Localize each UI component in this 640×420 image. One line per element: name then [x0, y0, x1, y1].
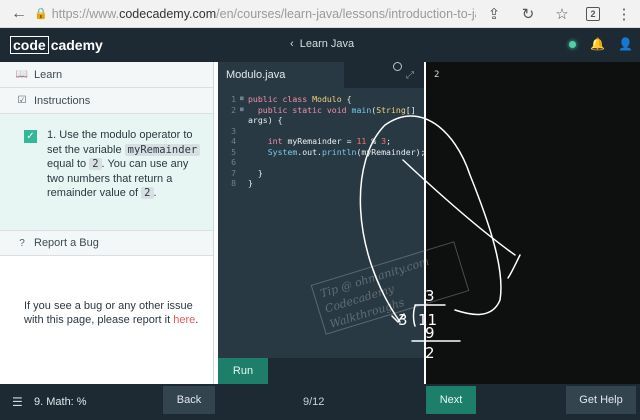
- connection-status-icon: [569, 40, 576, 48]
- code-area[interactable]: 1 ■ public class Modulo { 2 ■ public static…: [218, 94, 426, 189]
- report-bug-tab[interactable]: ? Report a Bug: [0, 230, 213, 256]
- report-bug-link[interactable]: here: [173, 314, 195, 326]
- next-button[interactable]: Next: [426, 386, 476, 414]
- logo-academy: cademy: [50, 37, 103, 53]
- course-title-text: Learn Java: [299, 38, 355, 50]
- unsaved-indicator-icon: [393, 62, 402, 71]
- browser-actions: ⇪ ↻ ☆ 2 ⋮: [484, 4, 634, 24]
- bookmark-star-icon[interactable]: ☆: [552, 4, 572, 24]
- variable-name-code: myRemainder: [124, 143, 201, 156]
- checkbox-icon: ☑: [17, 95, 27, 106]
- instruction-number: 1.: [47, 129, 57, 141]
- output-text: 2: [434, 70, 440, 80]
- code-editor[interactable]: Modulo.java ⤢ 1 ■ public class Modulo { 2 ■…: [218, 62, 426, 384]
- run-bar: Run: [218, 358, 424, 384]
- instruction-text-4: .: [153, 187, 157, 199]
- fold-icon[interactable]: ■: [240, 105, 248, 116]
- share-icon[interactable]: ⇪: [484, 4, 504, 24]
- url-domain: codecademy.com: [119, 6, 217, 21]
- value-code-2: 2: [141, 187, 154, 199]
- instruction-text-2: equal to: [47, 158, 87, 170]
- codecademy-logo[interactable]: code cademy: [10, 36, 103, 54]
- hamburger-menu-icon[interactable]: ☰: [12, 395, 23, 409]
- reload-icon[interactable]: ↻: [518, 4, 538, 24]
- user-avatar-icon[interactable]: 👤: [618, 37, 633, 51]
- url-path: /en/courses/learn-java/lessons/introduct…: [216, 6, 476, 21]
- code-line: 8}: [231, 178, 253, 188]
- run-button[interactable]: Run: [218, 358, 268, 384]
- code-line: 7 }: [231, 167, 263, 178]
- get-help-button[interactable]: Get Help: [566, 386, 636, 414]
- fold-icon[interactable]: ■: [240, 94, 248, 105]
- lesson-name[interactable]: 9. Math: %: [34, 396, 87, 408]
- instructions-tab[interactable]: ☑ Instructions: [0, 88, 213, 114]
- chevron-left-icon: ‹: [290, 38, 294, 50]
- address-bar[interactable]: 🔒 https://www. codecademy.com /en/course…: [34, 4, 476, 24]
- expand-icon[interactable]: ⤢: [406, 70, 414, 81]
- code-line: args) {: [248, 115, 283, 125]
- file-name: Modulo.java: [226, 69, 286, 81]
- url-prefix: https://www.: [51, 6, 120, 21]
- notification-bell-icon[interactable]: 🔔: [590, 37, 605, 51]
- header-icons: 🔔 👤: [569, 37, 633, 51]
- code-line: 4 int myRemainder = 11 % 3;: [231, 136, 391, 146]
- code-line: 1 ■ public class Modulo {: [231, 94, 352, 105]
- learn-tab[interactable]: 📖 Learn: [0, 62, 213, 88]
- browser-toolbar: ← 🔒 https://www. codecademy.com /en/cour…: [0, 0, 640, 28]
- code-line: 6: [231, 157, 236, 167]
- instruction-item: ✓ 1. Use the modulo operator to set the …: [0, 114, 213, 230]
- lesson-panel: 📖 Learn ☑ Instructions ✓ 1. Use the modu…: [0, 62, 214, 384]
- lock-icon: 🔒: [34, 8, 48, 20]
- course-title-link[interactable]: ‹ Learn Java: [290, 38, 354, 50]
- logo-code: code: [10, 36, 49, 54]
- completed-check-icon: ✓: [24, 130, 37, 143]
- code-line: 2 ■ public static void main(String[]: [231, 104, 416, 116]
- report-bug-text: If you see a bug or any other issue with…: [0, 256, 213, 327]
- instructions-label: Instructions: [34, 94, 91, 107]
- bottom-navigation: ☰ 9. Math: % Back 9/12 Next Get Help: [0, 384, 640, 420]
- report-bug-end: .: [195, 313, 199, 326]
- file-tab-modulo-java[interactable]: Modulo.java: [218, 62, 344, 88]
- back-button[interactable]: Back: [163, 386, 215, 414]
- book-icon: 📖: [15, 69, 29, 80]
- code-line: 3: [231, 125, 236, 136]
- learn-label: Learn: [34, 68, 63, 81]
- instruction-text: 1. Use the modulo operator to set the va…: [47, 128, 201, 230]
- code-line: 5 System.out.println(myRemainder);: [231, 146, 426, 157]
- overflow-menu-icon[interactable]: ⋮: [614, 4, 634, 24]
- editor-tabbar: Modulo.java ⤢: [218, 62, 424, 88]
- value-code-1: 2: [89, 158, 102, 170]
- output-terminal: 2: [426, 62, 640, 384]
- browser-back-icon[interactable]: ←: [8, 3, 30, 25]
- question-circle-icon: ?: [19, 237, 25, 249]
- page-indicator: 9/12: [303, 396, 325, 408]
- app-header: code cademy ‹ Learn Java 🔔 👤: [0, 28, 640, 62]
- tab-switcher-icon[interactable]: 2: [586, 7, 600, 21]
- report-bug-body: If you see a bug or any other issue with…: [24, 300, 193, 326]
- report-bug-label: Report a Bug: [34, 237, 99, 249]
